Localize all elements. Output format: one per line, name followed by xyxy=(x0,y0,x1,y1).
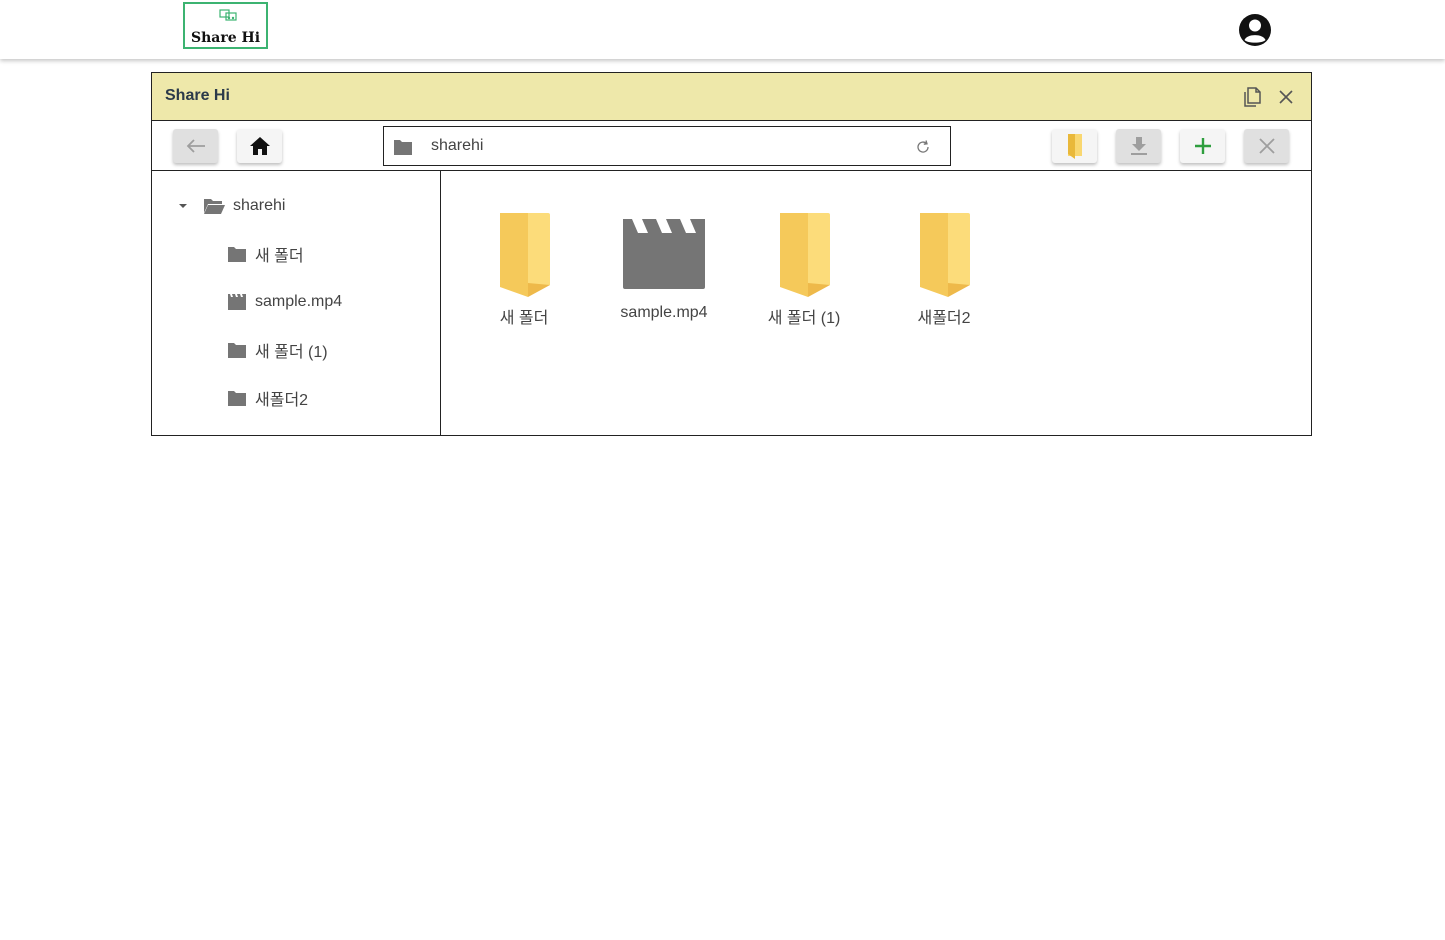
tree-item-label: 새 폴더 xyxy=(255,248,304,265)
account-circle-icon[interactable] xyxy=(1238,13,1272,47)
file-item-video[interactable]: sample.mp4 xyxy=(604,207,724,327)
tree-root-label: sharehi xyxy=(233,197,286,214)
logo-text: Share Hi xyxy=(190,30,261,46)
delete-button[interactable] xyxy=(1244,129,1289,163)
caret-down-icon[interactable] xyxy=(176,199,190,213)
logo-mark-icon xyxy=(219,9,237,21)
folder-open-icon xyxy=(204,199,225,214)
file-label: 새 폴더 (1) xyxy=(767,310,841,327)
movie-icon xyxy=(228,294,246,310)
folder-icon xyxy=(920,213,970,297)
window-titlebar: Share Hi xyxy=(152,73,1311,121)
tree-item-label: 새 폴더 (1) xyxy=(255,344,328,361)
folder-icon xyxy=(228,343,246,358)
home-button[interactable] xyxy=(237,129,282,163)
tree-item-folder[interactable]: 새폴더2 xyxy=(227,387,308,409)
refresh-icon[interactable] xyxy=(915,139,931,155)
toolbar: sharehi xyxy=(152,121,1311,171)
file-label: 새폴더2 xyxy=(917,310,971,327)
logo[interactable]: Share Hi xyxy=(183,2,268,49)
file-item-folder[interactable]: 새폴더2 xyxy=(884,207,1004,327)
file-item-folder[interactable]: 새 폴더 (1) xyxy=(744,207,864,327)
tree-item-folder[interactable]: 새 폴더 xyxy=(227,243,304,265)
new-folder-button[interactable] xyxy=(1052,129,1097,163)
folder-tree: sharehi 새 폴더 sample.mp4 새 폴더 (1) 새폴더2 xyxy=(152,171,441,435)
folder-icon xyxy=(780,213,830,297)
folder-icon xyxy=(228,391,246,406)
download-icon xyxy=(1130,137,1147,155)
file-item-folder[interactable]: 새 폴더 xyxy=(464,207,584,327)
window-title: Share Hi xyxy=(165,87,230,104)
file-label: sample.mp4 xyxy=(620,304,708,321)
close-icon xyxy=(1258,138,1275,154)
top-navbar: Share Hi xyxy=(0,0,1445,59)
copy-icon[interactable] xyxy=(1240,85,1264,109)
movie-icon xyxy=(623,219,705,289)
folder-icon xyxy=(394,140,412,155)
file-label: 새 폴더 xyxy=(499,310,549,327)
arrow-left-icon xyxy=(186,139,205,153)
back-button[interactable] xyxy=(173,129,218,163)
tree-item-label: sample.mp4 xyxy=(255,293,343,310)
add-button[interactable] xyxy=(1180,129,1225,163)
tree-item-video[interactable]: sample.mp4 xyxy=(227,291,342,313)
home-icon xyxy=(249,137,270,155)
tree-item-label: 새폴더2 xyxy=(255,392,309,409)
file-grid: 새 폴더 sample.mp4 새 폴더 (1) 새폴더2 xyxy=(441,171,1311,435)
folder-icon xyxy=(1067,134,1082,159)
folder-icon xyxy=(500,213,550,297)
file-manager-window: Share Hi sharehi sharehi 새 폴더 sample.mp4… xyxy=(151,72,1312,436)
tree-root-sharehi[interactable]: sharehi xyxy=(176,195,285,217)
close-icon[interactable] xyxy=(1274,85,1298,109)
path-bar[interactable]: sharehi xyxy=(383,126,951,166)
download-button[interactable] xyxy=(1116,129,1161,163)
folder-icon xyxy=(228,247,246,262)
path-text: sharehi xyxy=(431,137,484,154)
tree-item-folder[interactable]: 새 폴더 (1) xyxy=(227,339,328,361)
plus-icon xyxy=(1194,138,1211,154)
